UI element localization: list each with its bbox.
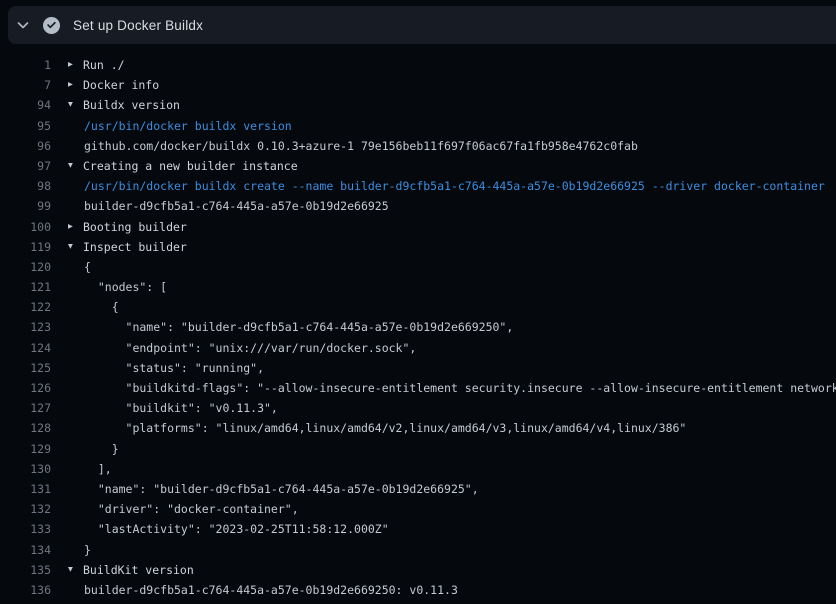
line-number[interactable]: 96 [0, 136, 51, 156]
line-number[interactable]: 129 [0, 439, 51, 459]
log-text: "buildkit": "v0.11.3", [68, 398, 278, 418]
log-text: "name": "builder-d9cfb5a1-c764-445a-a57e… [68, 317, 513, 337]
log-group-line[interactable]: 1 ▶ Run ./ [0, 55, 836, 75]
line-number[interactable]: 133 [0, 519, 51, 539]
log-text: } [68, 540, 91, 560]
line-number[interactable]: 134 [0, 540, 51, 560]
line-number[interactable]: 125 [0, 358, 51, 378]
line-number[interactable]: 122 [0, 297, 51, 317]
log-line: 125 "status": "running", [0, 358, 836, 378]
line-number[interactable]: 136 [0, 580, 51, 600]
log-text: "nodes": [ [68, 277, 167, 297]
log-line: 133 "lastActivity": "2023-02-25T11:58:12… [0, 519, 836, 539]
log-text: "buildkitd-flags": "--allow-insecure-ent… [68, 378, 836, 398]
line-number[interactable]: 131 [0, 479, 51, 499]
line-number[interactable]: 132 [0, 499, 51, 519]
log-group-line[interactable]: 100 ▶ Booting builder [0, 217, 836, 237]
log-line: 121 "nodes": [ [0, 277, 836, 297]
step-header[interactable]: Set up Docker Buildx [8, 6, 836, 44]
log-group-title: Docker info [83, 75, 159, 95]
line-number[interactable]: 1 [0, 55, 51, 75]
log-text: "name": "builder-d9cfb5a1-c764-445a-a57e… [68, 479, 479, 499]
log-text: /usr/bin/docker buildx create --name bui… [68, 176, 825, 196]
log-line: 98 /usr/bin/docker buildx create --name … [0, 176, 836, 196]
expand-arrow-icon[interactable]: ▶ [68, 216, 83, 236]
log-line: 134 } [0, 540, 836, 560]
log-text: } [68, 439, 119, 459]
log-line: 96 github.com/docker/buildx 0.10.3+azure… [0, 136, 836, 156]
line-number[interactable]: 130 [0, 459, 51, 479]
log-text: github.com/docker/buildx 0.10.3+azure-1 … [68, 136, 638, 156]
line-number[interactable]: 94 [0, 95, 51, 115]
log-line: 132 "driver": "docker-container", [0, 499, 836, 519]
line-number[interactable]: 99 [0, 196, 51, 216]
line-number[interactable]: 120 [0, 257, 51, 277]
line-number[interactable]: 100 [0, 217, 51, 237]
log-line: 129 } [0, 439, 836, 459]
line-number[interactable]: 124 [0, 338, 51, 358]
log-line: 128 "platforms": "linux/amd64,linux/amd6… [0, 418, 836, 438]
log-text: "lastActivity": "2023-02-25T11:58:12.000… [68, 519, 389, 539]
step-title: Set up Docker Buildx [73, 18, 203, 33]
log-text: builder-d9cfb5a1-c764-445a-a57e-0b19d2e6… [68, 580, 458, 600]
log-text: { [68, 257, 91, 277]
log-line: 122 { [0, 297, 836, 317]
log-text: "endpoint": "unix:///var/run/docker.sock… [68, 338, 416, 358]
collapse-arrow-icon[interactable]: ▼ [68, 236, 83, 256]
log-text: "driver": "docker-container", [68, 499, 299, 519]
line-number[interactable]: 121 [0, 277, 51, 297]
collapse-arrow-icon[interactable]: ▼ [68, 155, 83, 175]
log-group-title: BuildKit version [83, 560, 194, 580]
log-line: 136 builder-d9cfb5a1-c764-445a-a57e-0b19… [0, 580, 836, 600]
line-number[interactable]: 7 [0, 75, 51, 95]
line-number[interactable]: 128 [0, 418, 51, 438]
chevron-down-icon[interactable] [15, 17, 31, 33]
collapse-arrow-icon[interactable]: ▼ [68, 95, 83, 115]
line-number[interactable]: 97 [0, 156, 51, 176]
log-group-line[interactable]: 94 ▼ Buildx version [0, 95, 836, 115]
log: 1 ▶ Run ./ 7 ▶ Docker info 94 ▼ Buildx v… [0, 44, 836, 600]
log-line: 99 builder-d9cfb5a1-c764-445a-a57e-0b19d… [0, 196, 836, 216]
log-group-line[interactable]: 7 ▶ Docker info [0, 75, 836, 95]
log-group-line[interactable]: 97 ▼ Creating a new builder instance [0, 156, 836, 176]
log-group-title: Inspect builder [83, 237, 187, 257]
log-line: 95 /usr/bin/docker buildx version [0, 116, 836, 136]
log-line: 123 "name": "builder-d9cfb5a1-c764-445a-… [0, 317, 836, 337]
log-text: "status": "running", [68, 358, 264, 378]
log-line: 126 "buildkitd-flags": "--allow-insecure… [0, 378, 836, 398]
line-number[interactable]: 98 [0, 176, 51, 196]
expand-arrow-icon[interactable]: ▶ [68, 75, 83, 95]
check-circle-icon [43, 17, 60, 34]
log-group-line[interactable]: 119 ▼ Inspect builder [0, 237, 836, 257]
log-line: 124 "endpoint": "unix:///var/run/docker.… [0, 338, 836, 358]
line-number[interactable]: 127 [0, 398, 51, 418]
log-line: 120 { [0, 257, 836, 277]
log-group-title: Buildx version [83, 95, 180, 115]
log-text: /usr/bin/docker buildx version [68, 116, 292, 136]
log-line: 127 "buildkit": "v0.11.3", [0, 398, 836, 418]
line-number[interactable]: 135 [0, 560, 51, 580]
expand-arrow-icon[interactable]: ▶ [68, 55, 83, 75]
log-group-title: Booting builder [83, 217, 187, 237]
log-text: ], [68, 459, 112, 479]
line-number[interactable]: 126 [0, 378, 51, 398]
line-number[interactable]: 95 [0, 116, 51, 136]
log-line: 130 ], [0, 459, 836, 479]
log-text: { [68, 297, 119, 317]
collapse-arrow-icon[interactable]: ▼ [68, 559, 83, 579]
log-text: builder-d9cfb5a1-c764-445a-a57e-0b19d2e6… [68, 196, 389, 216]
log-line: 131 "name": "builder-d9cfb5a1-c764-445a-… [0, 479, 836, 499]
line-number[interactable]: 123 [0, 317, 51, 337]
log-group-title: Creating a new builder instance [83, 156, 298, 176]
log-text: "platforms": "linux/amd64,linux/amd64/v2… [68, 418, 686, 438]
log-group-line[interactable]: 135 ▼ BuildKit version [0, 560, 836, 580]
line-number[interactable]: 119 [0, 237, 51, 257]
log-group-title: Run ./ [83, 55, 125, 75]
